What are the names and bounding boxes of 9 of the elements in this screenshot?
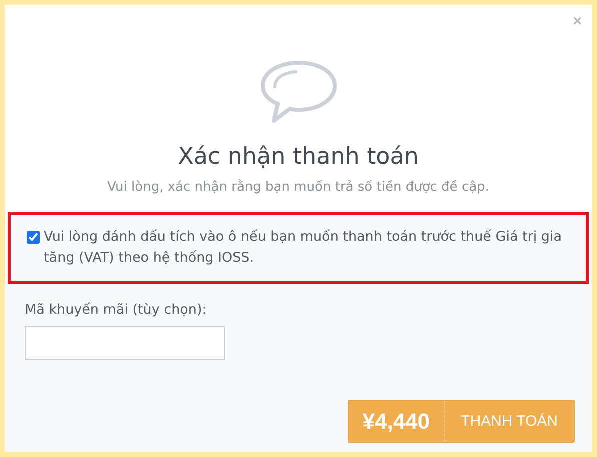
vat-label: Vui lòng đánh dấu tích vào ô nếu bạn muốn thanh toán trước thuế Giá trị gia tăng (VAT) theo hệ thống IOSS. bbox=[44, 228, 563, 268]
dialog-title: Xác nhận thanh toán bbox=[178, 143, 419, 172]
pay-button[interactable]: ¥4,440 THANH TOÁN bbox=[348, 400, 575, 443]
vat-checkbox[interactable] bbox=[27, 231, 40, 244]
promo-label: Mã khuyến mãi (tùy chọn): bbox=[25, 302, 208, 318]
speech-bubble-icon bbox=[260, 60, 338, 124]
dialog-subtitle: Vui lòng, xác nhận rằng bạn muốn trả số tiền được đề cập. bbox=[108, 180, 490, 196]
close-button[interactable]: × bbox=[573, 13, 582, 30]
promo-input-field[interactable] bbox=[25, 326, 225, 360]
